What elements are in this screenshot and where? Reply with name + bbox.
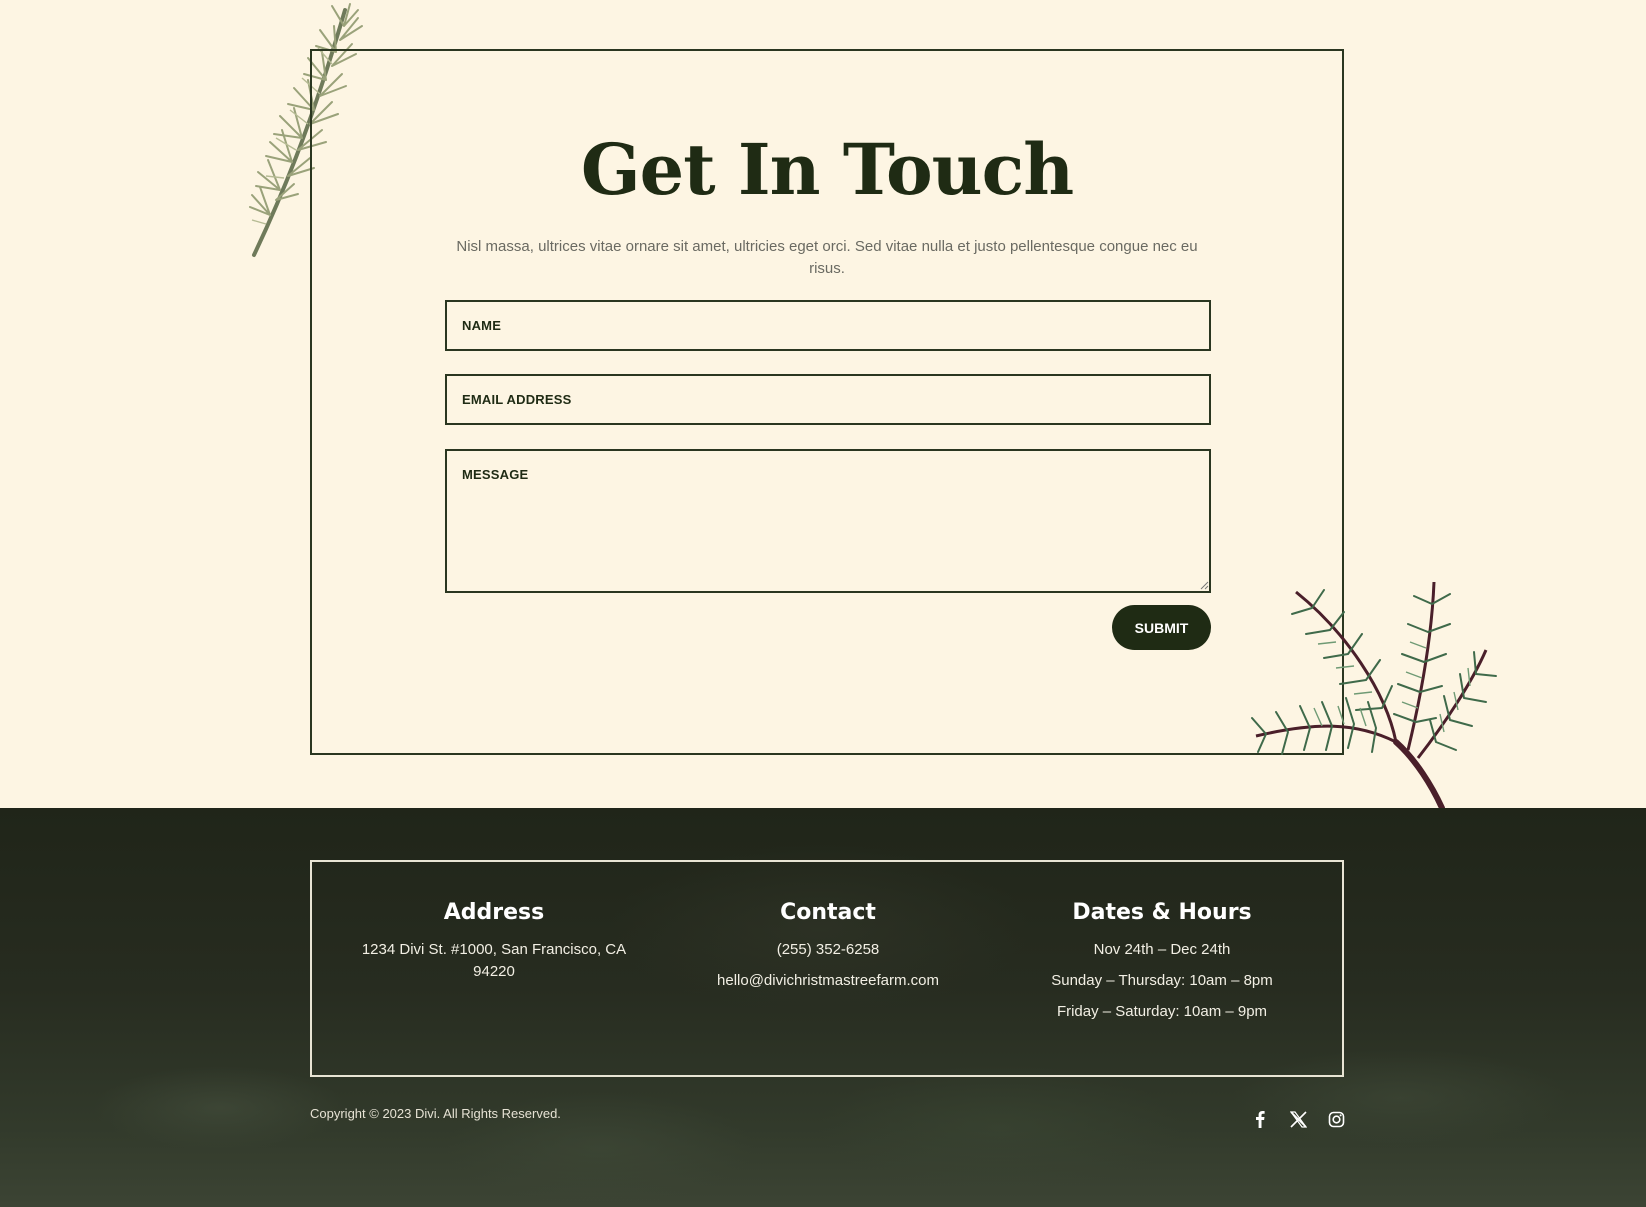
- facebook-icon[interactable]: [1249, 1108, 1271, 1130]
- hours-column: Dates & Hours Nov 24th – Dec 24th Sunday…: [1012, 900, 1312, 1032]
- address-heading: Address: [443, 900, 545, 925]
- contact-section: Get In Touch Nisl massa, ultrices vitae …: [0, 0, 1646, 808]
- page-title: Get In Touch: [580, 128, 1074, 211]
- instagram-icon[interactable]: [1325, 1108, 1347, 1130]
- contact-heading: Contact: [780, 900, 876, 925]
- name-field[interactable]: [445, 300, 1211, 351]
- intro-text: Nisl massa, ultrices vitae ornare sit am…: [456, 238, 1198, 277]
- contact-column: Contact (255) 352-6258 hello@divichristm…: [678, 900, 978, 1001]
- hours-weekend: Friday – Saturday: 10am – 9pm: [1056, 1003, 1268, 1020]
- footer-info-box: Address 1234 Divi St. #1000, San Francis…: [310, 860, 1344, 1077]
- resize-grip-icon[interactable]: [1197, 578, 1209, 590]
- copyright-text: Copyright © 2023 Divi. All Rights Reserv…: [310, 1106, 561, 1121]
- email-field[interactable]: [445, 374, 1211, 425]
- address-line: 1234 Divi St. #1000, San Francisco, CA 9…: [361, 941, 627, 980]
- hours-heading: Dates & Hours: [1072, 900, 1252, 925]
- submit-button[interactable]: SUBMIT: [1112, 605, 1211, 650]
- phone-number: (255) 352-6258: [776, 941, 880, 958]
- message-field[interactable]: [445, 449, 1211, 593]
- x-icon[interactable]: [1287, 1108, 1309, 1130]
- email-link[interactable]: hello@divichristmastreefarm.com: [678, 970, 978, 992]
- footer: Address 1234 Divi St. #1000, San Francis…: [0, 808, 1646, 1207]
- hours-dates: Nov 24th – Dec 24th: [1093, 941, 1231, 958]
- pine-branch-decoration: [1251, 581, 1497, 808]
- hours-weekday: Sunday – Thursday: 10am – 8pm: [1051, 972, 1273, 989]
- address-column: Address 1234 Divi St. #1000, San Francis…: [344, 900, 644, 992]
